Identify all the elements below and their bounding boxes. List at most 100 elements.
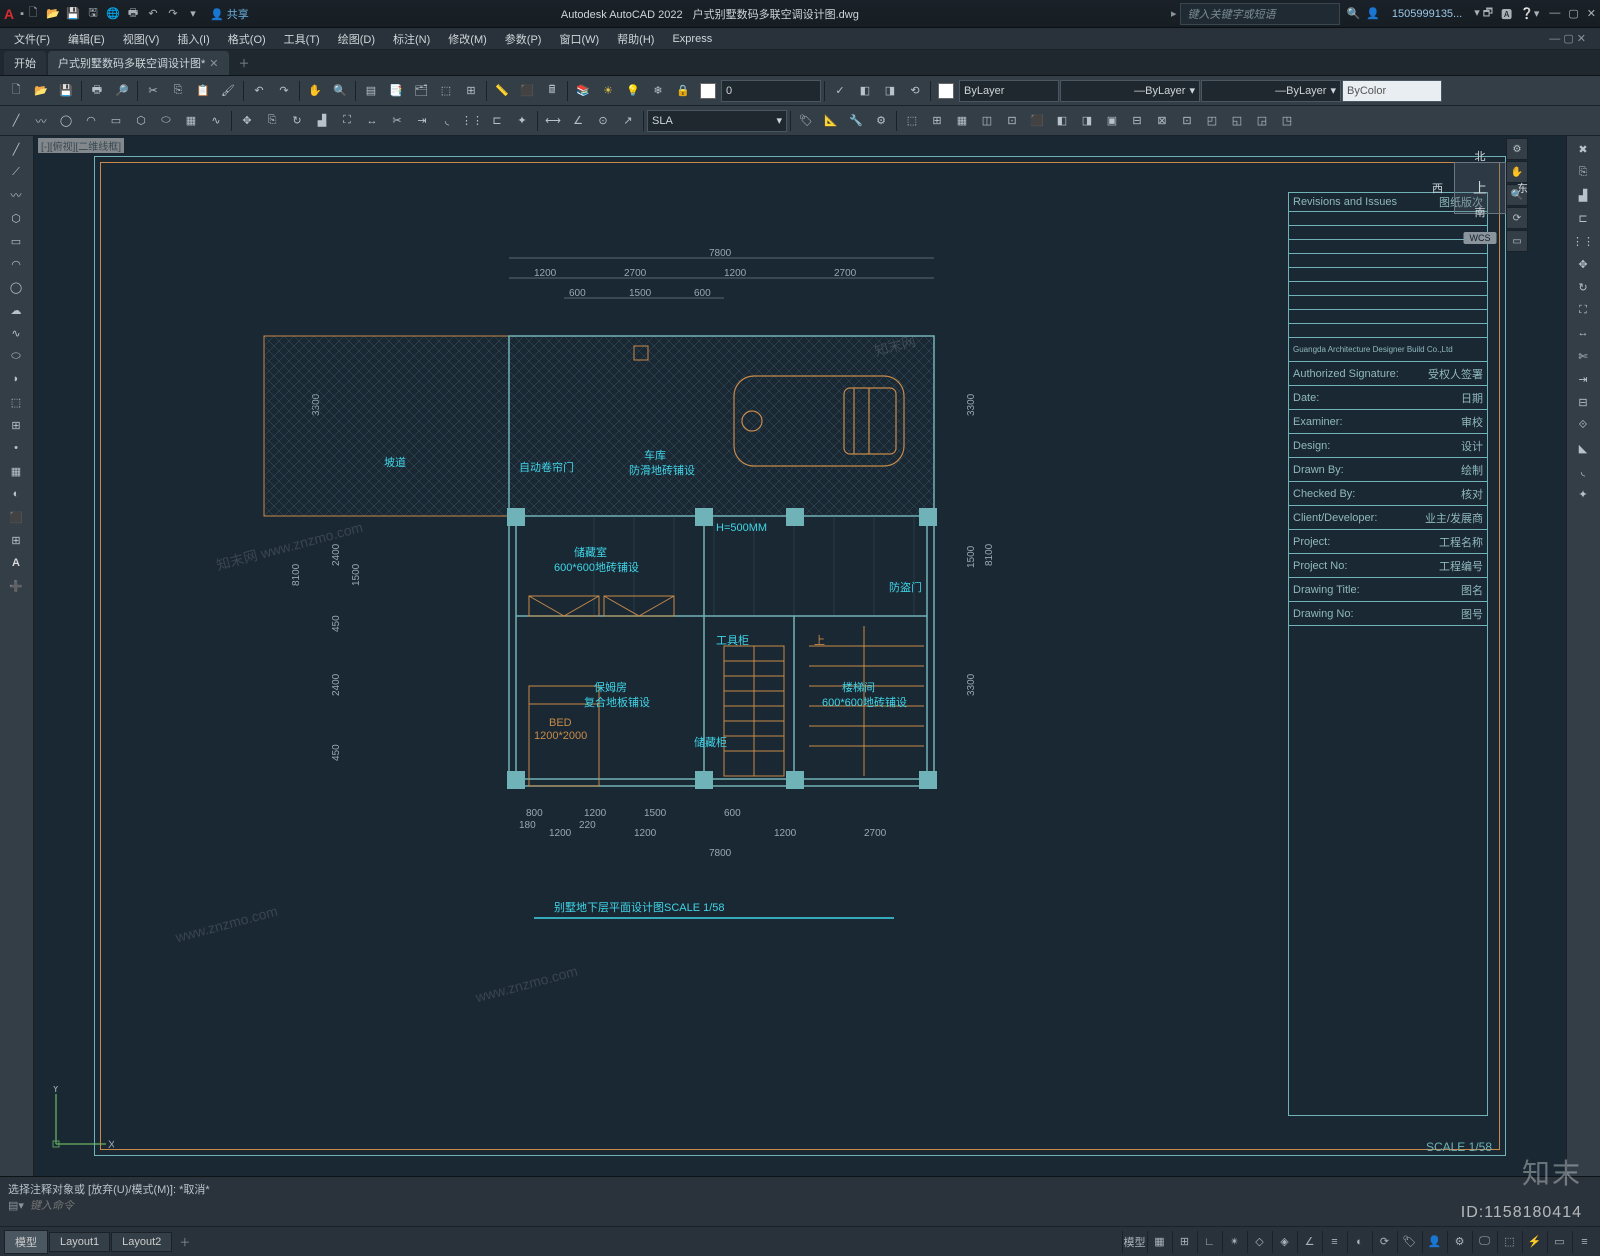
sb-model[interactable]: 模型 <box>1122 1231 1146 1253</box>
explode-icon[interactable]: ✦ <box>510 109 534 133</box>
maximize-button[interactable]: ▢ <box>1568 7 1578 20</box>
new-tab-button[interactable]: ＋ <box>231 51 258 75</box>
hatch-tool-icon[interactable]: ▦ <box>2 460 30 482</box>
ellipse-tool-icon[interactable]: ⬭ <box>2 345 30 367</box>
redo-icon[interactable]: ↷ <box>272 79 296 103</box>
scale-icon[interactable]: ⛶ <box>335 109 359 133</box>
menu-file[interactable]: 文件(F) <box>6 29 58 49</box>
layer-prop-icon[interactable]: 📑 <box>384 79 408 103</box>
command-line[interactable]: 选择注释对象或 [放弃(U)/模式(M)]: *取消* ▤▾ <box>0 1176 1600 1226</box>
menu-view[interactable]: 视图(V) <box>115 29 168 49</box>
lineweight-dd[interactable]: — ByLayer ▾ <box>1060 80 1200 102</box>
paste-icon[interactable]: 📋 <box>191 79 215 103</box>
t1-icon[interactable]: ⬚ <box>900 109 924 133</box>
arc-tool-icon[interactable]: ◠ <box>2 253 30 275</box>
sb-scale-icon[interactable]: 👤 <box>1422 1231 1446 1253</box>
table-tool-icon[interactable]: ⊞ <box>2 529 30 551</box>
join-icon[interactable]: ⟐ <box>1569 414 1597 436</box>
menu-insert[interactable]: 插入(I) <box>169 29 217 49</box>
user-name[interactable]: 1505999135... <box>1392 8 1462 20</box>
qat-saveas-icon[interactable]: 🖫 <box>84 5 102 23</box>
tab-model[interactable]: 模型 <box>4 1230 48 1254</box>
sb-hw-icon[interactable]: ⚡ <box>1522 1231 1546 1253</box>
pline-icon[interactable]: 〰 <box>29 109 53 133</box>
close-tab-icon[interactable]: ✕ <box>209 57 218 70</box>
xline-tool-icon[interactable]: ⟋ <box>2 161 30 183</box>
addsel-tool-icon[interactable]: ➕ <box>2 575 30 597</box>
sb-ortho-icon[interactable]: ∟ <box>1197 1231 1221 1253</box>
tab-file[interactable]: 户式别墅数码多联空调设计图* ✕ <box>48 51 229 75</box>
rotate2-icon[interactable]: ↻ <box>1569 276 1597 298</box>
sb-snap-icon[interactable]: ⊞ <box>1172 1231 1196 1253</box>
color-sw[interactable] <box>696 79 720 103</box>
line-icon[interactable]: ╱ <box>4 109 28 133</box>
qat-undo-icon[interactable]: ↶ <box>144 5 162 23</box>
sb-ann-icon[interactable]: 🏷 <box>1397 1231 1421 1253</box>
menu-tools[interactable]: 工具(T) <box>276 29 328 49</box>
sb-ws-icon[interactable]: ⚙ <box>1447 1231 1471 1253</box>
menu-help[interactable]: 帮助(H) <box>609 29 662 49</box>
qat-open-icon[interactable]: 📂 <box>44 5 62 23</box>
insert-tool-icon[interactable]: ⬚ <box>2 391 30 413</box>
drawing-canvas[interactable]: [-][俯视][二维线框] 北 东 南 西 上 WCS ⚙ ✋ 🔍 ⟳ ▭ Y … <box>34 136 1566 1176</box>
t6-icon[interactable]: ⬛ <box>1025 109 1049 133</box>
chamfer-icon[interactable]: ◣ <box>1569 437 1597 459</box>
ann-1-icon[interactable]: 🏷 <box>794 109 818 133</box>
show-icon[interactable]: ▭ <box>1506 230 1528 252</box>
stretch-icon[interactable]: ↔ <box>360 109 384 133</box>
menu-param[interactable]: 参数(P) <box>497 29 550 49</box>
view-cube[interactable]: 北 东 南 西 上 WCS <box>1440 148 1520 228</box>
t15-icon[interactable]: ◲ <box>1250 109 1274 133</box>
wcs-label[interactable]: WCS <box>1464 232 1497 244</box>
sb-3dosnap-icon[interactable]: ◈ <box>1272 1231 1296 1253</box>
array2-icon[interactable]: ⋮⋮ <box>1569 230 1597 252</box>
spline-tool-icon[interactable]: ∿ <box>2 322 30 344</box>
copy3-icon[interactable]: ⎘ <box>1569 161 1597 183</box>
apps-icon[interactable]: ▾ 🗗 <box>1474 4 1493 23</box>
pline-tool-icon[interactable]: 〰 <box>2 184 30 206</box>
command-input[interactable] <box>30 1200 1592 1212</box>
circle-tool-icon[interactable]: ◯ <box>2 276 30 298</box>
t12-icon[interactable]: ⊡ <box>1175 109 1199 133</box>
layer-dropdown[interactable]: 0 <box>721 80 821 102</box>
t13-icon[interactable]: ◰ <box>1200 109 1224 133</box>
plotcolor-dd[interactable]: ByColor <box>1342 80 1442 102</box>
mtext-tool-icon[interactable]: A <box>2 552 30 574</box>
t8-icon[interactable]: ◨ <box>1075 109 1099 133</box>
tab-start[interactable]: 开始 <box>4 51 46 75</box>
sb-iso-icon[interactable]: ⬚ <box>1497 1231 1521 1253</box>
t7-icon[interactable]: ◧ <box>1050 109 1074 133</box>
open-icon[interactable]: 📂 <box>29 79 53 103</box>
share-button[interactable]: 👤 共享 <box>210 6 249 22</box>
freeze-icon[interactable]: ❄ <box>646 79 670 103</box>
t2-icon[interactable]: ⊞ <box>925 109 949 133</box>
erase-icon[interactable]: ✖ <box>1569 138 1597 160</box>
undo-icon[interactable]: ↶ <box>247 79 271 103</box>
sb-grid-icon[interactable]: ▦ <box>1147 1231 1171 1253</box>
menu-draw[interactable]: 绘图(D) <box>330 29 383 49</box>
search-icon[interactable]: 🔍 <box>1346 7 1360 20</box>
rev-tool-icon[interactable]: ☁ <box>2 299 30 321</box>
dist-icon[interactable]: 📏 <box>490 79 514 103</box>
offset2-icon[interactable]: ⊏ <box>1569 207 1597 229</box>
block-icon[interactable]: ⬚ <box>434 79 458 103</box>
cut-icon[interactable]: ✂ <box>141 79 165 103</box>
scale2-icon[interactable]: ⛶ <box>1569 299 1597 321</box>
sb-osnap-icon[interactable]: ◇ <box>1247 1231 1271 1253</box>
layer-prev-icon[interactable]: ⟲ <box>903 79 927 103</box>
doc-minimize[interactable]: — ▢ ✕ <box>1541 30 1594 47</box>
layer-iso-icon[interactable]: ◧ <box>853 79 877 103</box>
trim-icon[interactable]: ✂ <box>385 109 409 133</box>
lock-icon[interactable]: 🔒 <box>671 79 695 103</box>
fillet2-icon[interactable]: ◟ <box>1569 460 1597 482</box>
t5-icon[interactable]: ⊡ <box>1000 109 1024 133</box>
circle-icon[interactable]: ◯ <box>54 109 78 133</box>
dim-ang-icon[interactable]: ∠ <box>566 109 590 133</box>
layers-icon[interactable]: ▤ <box>359 79 383 103</box>
t11-icon[interactable]: ⊠ <box>1150 109 1174 133</box>
add-layout-icon[interactable]: ＋ <box>173 1234 196 1250</box>
area-icon[interactable]: ⬛ <box>515 79 539 103</box>
sun-icon[interactable]: ☀ <box>596 79 620 103</box>
leader-icon[interactable]: ↗ <box>616 109 640 133</box>
new-icon[interactable]: 🗋 <box>4 79 28 103</box>
